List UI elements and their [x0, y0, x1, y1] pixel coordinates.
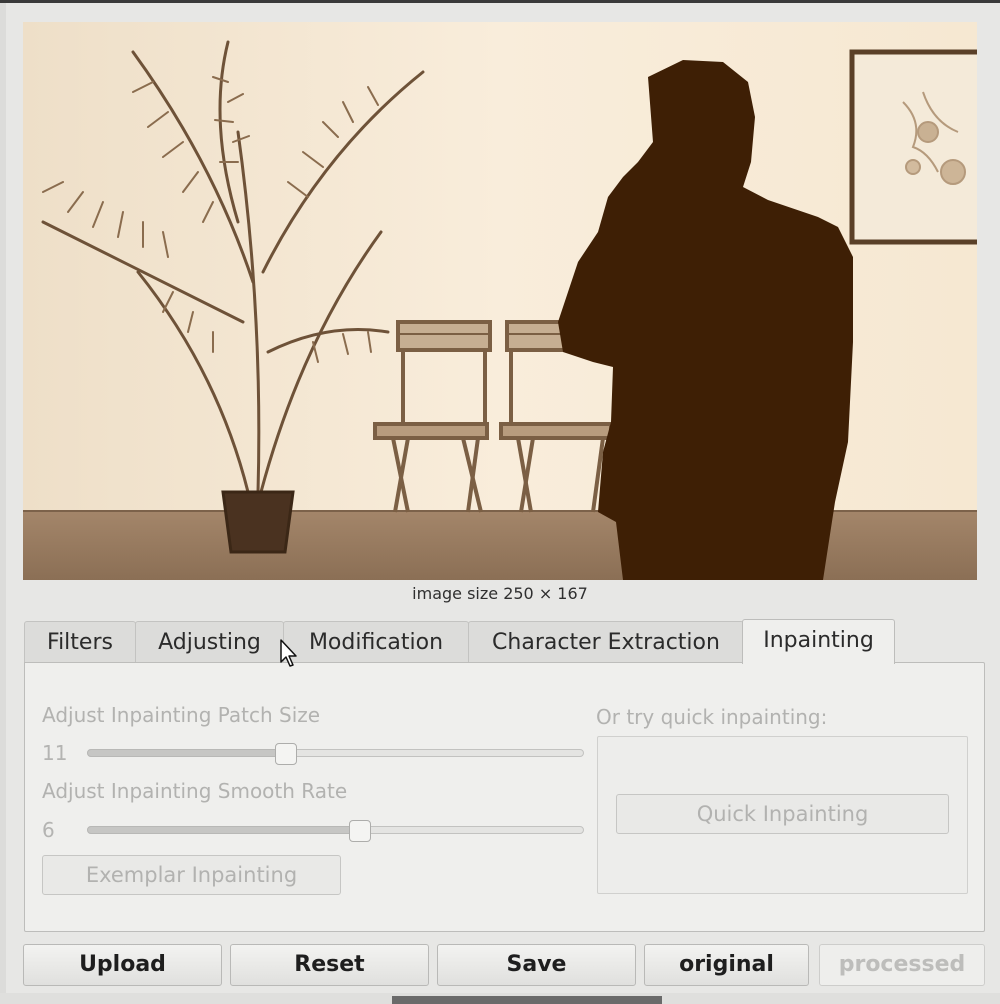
smooth-rate-value: 6: [42, 818, 55, 842]
quick-inpainting-label: Or try quick inpainting:: [596, 705, 828, 729]
tab-character-extraction[interactable]: Character Extraction: [468, 621, 744, 663]
wall-picture: [849, 49, 977, 245]
tab-modification[interactable]: Modification: [283, 621, 469, 663]
patch-size-value: 11: [42, 741, 68, 765]
upload-button[interactable]: Upload: [23, 944, 222, 986]
slider-fill: [87, 826, 361, 834]
tab-filters[interactable]: Filters: [24, 621, 136, 663]
inpainting-panel: Adjust Inpainting Patch Size 11 Adjust I…: [24, 662, 985, 932]
slider-fill: [87, 749, 286, 757]
tab-bar: Filters Adjusting Modification Character…: [24, 619, 984, 664]
tab-adjusting[interactable]: Adjusting: [135, 621, 284, 663]
patch-size-label: Adjust Inpainting Patch Size: [42, 703, 321, 727]
save-button[interactable]: Save: [437, 944, 636, 986]
exemplar-inpainting-button[interactable]: Exemplar Inpainting: [42, 855, 341, 895]
image-preview: [23, 22, 977, 580]
sepia-photo: [23, 22, 977, 580]
patch-size-slider[interactable]: [87, 743, 584, 765]
window-left-edge: [0, 3, 6, 1004]
smooth-rate-slider[interactable]: [87, 820, 584, 842]
quick-inpainting-group: Quick Inpainting: [597, 736, 968, 894]
image-size-label: image size 250 × 167: [412, 584, 588, 603]
processed-button[interactable]: processed: [819, 944, 985, 986]
mouse-pointer-icon: [280, 639, 297, 667]
slider-handle[interactable]: [349, 820, 372, 842]
slider-handle[interactable]: [274, 743, 297, 765]
tab-inpainting[interactable]: Inpainting: [742, 619, 895, 664]
quick-inpainting-button[interactable]: Quick Inpainting: [616, 794, 949, 834]
window-top-border: [0, 0, 1000, 3]
smooth-rate-label: Adjust Inpainting Smooth Rate: [42, 779, 348, 803]
taskbar-fragment: [392, 996, 662, 1004]
reset-button[interactable]: Reset: [230, 944, 429, 986]
original-button[interactable]: original: [644, 944, 809, 986]
